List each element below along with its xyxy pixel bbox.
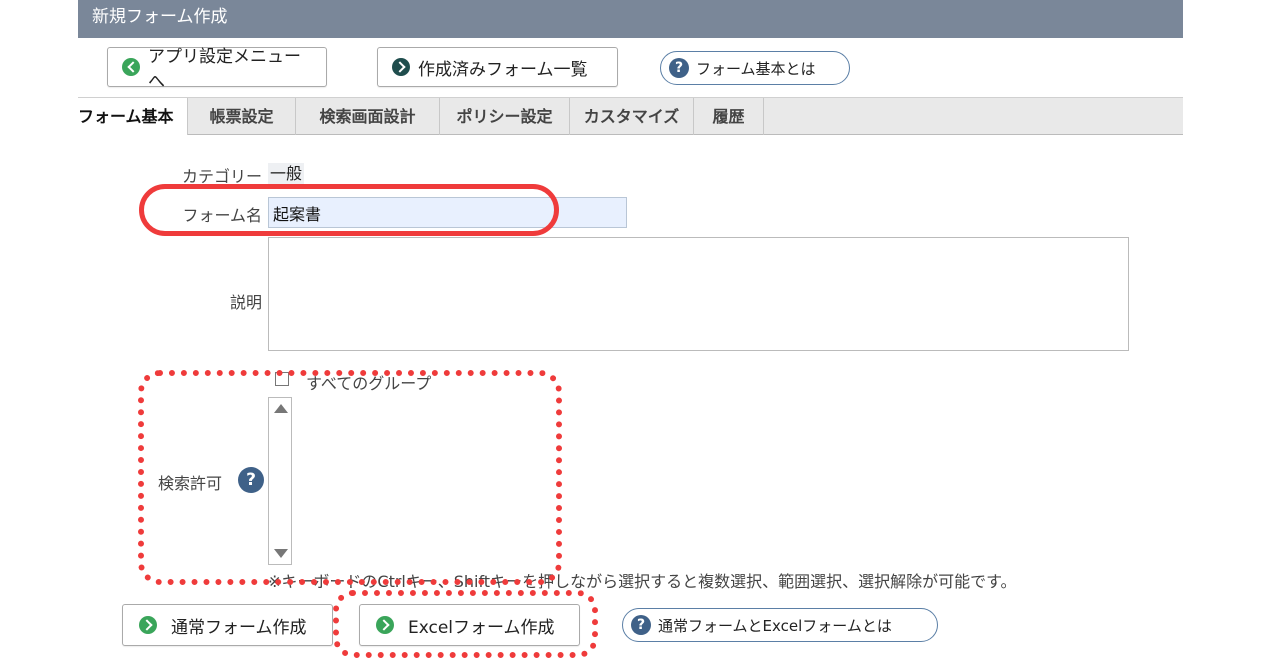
form-list-button[interactable]: 作成済みフォーム一覧 xyxy=(377,47,618,87)
tab-policy-settings[interactable]: ポリシー設定 xyxy=(440,98,570,135)
annotation-highlight-form-name xyxy=(139,184,559,236)
tab-bar: フォーム基本 帳票設定 検索画面設計 ポリシー設定 カスタマイズ 履歴 xyxy=(78,97,1183,135)
tab-history[interactable]: 履歴 xyxy=(694,98,764,135)
create-normal-form-label: 通常フォーム作成 xyxy=(171,617,307,638)
tab-form-basics[interactable]: フォーム基本 xyxy=(78,98,188,135)
app-settings-menu-label: アプリ設定メニューへ xyxy=(148,47,301,92)
annotation-highlight-search-permission xyxy=(138,370,562,585)
create-normal-form-button[interactable]: 通常フォーム作成 xyxy=(122,604,333,646)
tab-customize[interactable]: カスタマイズ xyxy=(570,98,694,135)
description-textarea[interactable] xyxy=(268,237,1129,351)
app-settings-menu-button[interactable]: アプリ設定メニューへ xyxy=(107,47,327,92)
arrow-left-circle-icon xyxy=(122,58,140,76)
annotation-highlight-excel-form xyxy=(333,590,598,658)
tab-report-settings[interactable]: 帳票設定 xyxy=(188,98,296,135)
description-label: 説明 xyxy=(229,293,262,312)
form-basics-help-label: フォーム基本とは xyxy=(696,59,816,78)
category-value: 一般 xyxy=(268,163,305,185)
arrow-right-circle-icon xyxy=(392,58,410,76)
form-types-help-label: 通常フォームとExcelフォームとは xyxy=(658,616,892,635)
tab-search-screen-design[interactable]: 検索画面設計 xyxy=(296,98,440,135)
form-types-help-button[interactable]: ? 通常フォームとExcelフォームとは xyxy=(622,608,938,642)
question-icon: ? xyxy=(631,615,651,635)
question-icon: ? xyxy=(669,58,689,78)
form-list-label: 作成済みフォーム一覧 xyxy=(418,59,588,80)
form-basics-help-button[interactable]: ? フォーム基本とは xyxy=(660,51,850,85)
arrow-right-circle-icon xyxy=(139,616,157,634)
page-title: 新規フォーム作成 xyxy=(78,0,1183,38)
